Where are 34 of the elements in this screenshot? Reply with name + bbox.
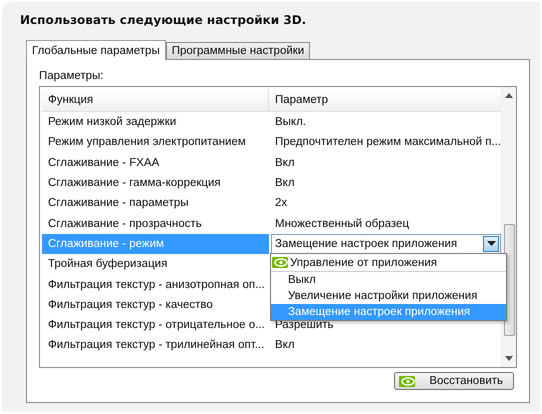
restore-button[interactable]: Восстановить bbox=[394, 372, 514, 390]
table-cell[interactable]: Сглаживание - гамма-коррекция bbox=[42, 172, 269, 194]
table-cell-text: Вкл bbox=[274, 176, 296, 192]
table-cell-text: Разрешить bbox=[274, 318, 335, 334]
dropdown-item[interactable]: Увеличение настройки приложения bbox=[271, 288, 506, 304]
table-cell[interactable]: Сглаживание - FXAA bbox=[42, 152, 269, 173]
column-header[interactable]: Функция bbox=[42, 89, 269, 111]
table-cell-text: Множественный образец bbox=[274, 216, 410, 232]
table-cell[interactable]: Сглаживание - параметры bbox=[42, 193, 269, 214]
table-cell[interactable]: Сглаживание - прозрачность bbox=[42, 213, 269, 234]
table-cell-text: Вкл bbox=[274, 156, 296, 171]
table-cell[interactable]: Фильтрация текстур - качество bbox=[42, 294, 269, 315]
scroll-up-icon[interactable] bbox=[505, 93, 514, 98]
scroll-down-icon[interactable] bbox=[505, 356, 514, 361]
table-cell[interactable]: Тройная буферизация bbox=[42, 254, 269, 274]
table-cell-text: Предпочтителен режим максимальной п... bbox=[274, 135, 502, 150]
dropdown-item[interactable]: Выкл bbox=[271, 272, 506, 288]
tab[interactable]: Глобальные параметры bbox=[26, 40, 166, 60]
dropdown-field[interactable]: Замещение настроек приложения bbox=[271, 234, 502, 254]
table-cell[interactable]: Режим управления электропитанием bbox=[42, 132, 269, 153]
section-label: Параметры: bbox=[39, 70, 104, 84]
scrollbar[interactable] bbox=[501, 87, 516, 367]
dropdown-item[interactable]: Управление от приложения bbox=[271, 254, 506, 272]
table-cell-text: 2x bbox=[274, 196, 288, 212]
table-cell-text: Вкл bbox=[274, 338, 296, 354]
table-cell[interactable]: Фильтрация текстур - отрицательное о... bbox=[42, 314, 269, 336]
table-cell-text: Выкл. bbox=[274, 115, 308, 130]
table-cell[interactable]: Фильтрация текстур - трилинейная опт... bbox=[42, 335, 269, 356]
column-header[interactable]: Параметр bbox=[269, 89, 502, 111]
tab[interactable]: Программные настройки bbox=[166, 42, 310, 59]
page-heading: Использовать следующие настройки 3D. bbox=[20, 13, 308, 29]
eye-logo-icon bbox=[399, 376, 416, 386]
table-cell[interactable]: Режим низкой задержки bbox=[42, 112, 269, 132]
table-cell[interactable]: Фильтрация текстур - анизотропная оп... bbox=[42, 274, 269, 295]
